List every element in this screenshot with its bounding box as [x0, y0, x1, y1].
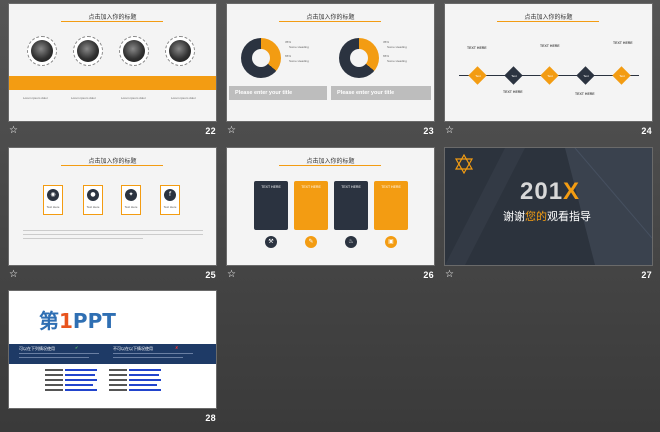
slide-preview: 点击加入你的标题 TEXT HERE TEXT HERE TEXT HERE T…: [227, 148, 434, 265]
link-lists: [45, 369, 161, 391]
star-icon[interactable]: ☆: [9, 126, 19, 136]
profile-photo: [165, 36, 195, 66]
legend-item: Some Heading: [387, 45, 407, 49]
donut-chart: [339, 38, 379, 78]
info-card: TEXT HERE: [254, 181, 288, 230]
brush-icon: ✎: [305, 236, 317, 248]
wechat-icon: ●: [87, 189, 99, 201]
card-title: TEXT HERE: [341, 185, 361, 189]
timeline-label: TEXT HERE: [467, 46, 487, 50]
background-lines: [445, 148, 652, 265]
slide-preview: 点击加入你的标题 TEXT HERE TEXT HERE TEXT HERE T…: [445, 4, 652, 121]
profile-photo: [73, 36, 103, 66]
slide-preview: 第1PPT 可以在下列情况使用 ✔ 不可以在以下情况使用 ✘: [9, 291, 216, 408]
slide-preview: 点击加入你的标题 ◉ Text Here ● Text Here ✦ Text …: [9, 148, 216, 265]
star-icon[interactable]: ☆: [445, 126, 455, 136]
slide-title: 点击加入你的标题: [524, 14, 573, 21]
timeline-label: TEXT HERE: [613, 41, 633, 45]
icon-caption: Text Here: [124, 205, 138, 209]
icon-caption: Text Here: [86, 205, 100, 209]
legend-item: Some Heading: [387, 59, 407, 63]
star-of-david-icon: [454, 154, 474, 174]
title-underline: [279, 165, 381, 166]
slide-preview: 201X 谢谢您的观看指导: [445, 148, 652, 265]
fire-icon: ♨: [345, 236, 357, 248]
accent-bar: [9, 76, 216, 90]
card-title: TEXT HERE: [301, 185, 321, 189]
slide-number: 27: [641, 270, 652, 280]
crane-icon: ⚒: [265, 236, 277, 248]
thanks-text: 谢谢您的观看指导: [503, 210, 591, 223]
slide-title: 点击加入你的标题: [306, 158, 355, 165]
title-underline: [61, 165, 163, 166]
title-banner: Please enter your title: [331, 86, 431, 100]
info-card: TEXT HERE: [374, 181, 408, 230]
percent-label: 65%: [383, 54, 390, 58]
node-text: Text: [475, 74, 481, 78]
box-icon: ▣: [385, 236, 397, 248]
caption: Lorem ipsum dolor: [171, 96, 196, 100]
slide-number: 26: [423, 270, 434, 280]
twitter-icon: ✦: [125, 189, 137, 201]
slide-title: 点击加入你的标题: [88, 158, 137, 165]
percent-label: 65%: [285, 54, 292, 58]
card-title: TEXT HERE: [261, 185, 281, 189]
star-icon[interactable]: ☆: [227, 126, 237, 136]
slide-number: 24: [641, 126, 652, 136]
text-line: [23, 238, 143, 239]
caption: Lorem ipsum dolor: [71, 96, 96, 100]
info-card: TEXT HERE: [334, 181, 368, 230]
icon-caption: Text Here: [163, 205, 177, 209]
facebook-icon: f: [164, 189, 176, 201]
slide-number: 22: [205, 126, 216, 136]
timeline-label: TEXT HERE: [575, 92, 595, 96]
timeline-label: TEXT HERE: [540, 44, 560, 48]
slide-number: 25: [205, 270, 216, 280]
info-card: TEXT HERE: [294, 181, 328, 230]
node-text: Text: [511, 74, 517, 78]
node-text: Text: [619, 74, 625, 78]
icon-caption: Text Here: [46, 205, 60, 209]
weibo-icon: ◉: [47, 189, 59, 201]
percent-label: 35%: [383, 40, 390, 44]
slide-preview: 点击加入你的标题 Lorem ipsum dolor Lorem ipsum d…: [9, 4, 216, 121]
node-text: Text: [583, 74, 589, 78]
social-card: f Text Here: [160, 185, 180, 215]
star-icon[interactable]: ☆: [445, 270, 455, 280]
profile-photo: [27, 36, 57, 66]
caption: Lorem ipsum dolor: [121, 96, 146, 100]
text-line: [23, 234, 203, 235]
caption: Lorem ipsum dolor: [23, 96, 48, 100]
card-title: TEXT HERE: [381, 185, 401, 189]
slide-number: 28: [205, 413, 216, 423]
star-icon[interactable]: ☆: [227, 270, 237, 280]
percent-label: 35%: [285, 40, 292, 44]
social-card: ◉ Text Here: [43, 185, 63, 215]
slide-title: 点击加入你的标题: [88, 14, 137, 21]
node-text: Text: [547, 74, 553, 78]
social-card: ✦ Text Here: [121, 185, 141, 215]
profile-photo: [119, 36, 149, 66]
social-card: ● Text Here: [83, 185, 103, 215]
legend-item: Some Heading: [289, 45, 309, 49]
title-underline: [61, 21, 163, 22]
title-underline: [497, 21, 599, 22]
text-line: [23, 230, 203, 231]
title-banner: Please enter your title: [229, 86, 327, 100]
year-headline: 201X: [520, 178, 581, 205]
star-icon[interactable]: ☆: [9, 270, 19, 280]
slide-preview: 点击加入你的标题 35% Some Heading 65% Some Headi…: [227, 4, 434, 121]
title-underline: [279, 21, 381, 22]
slide-number: 23: [423, 126, 434, 136]
legend-item: Some Heading: [289, 59, 309, 63]
donut-chart: [241, 38, 281, 78]
slide-title: 点击加入你的标题: [306, 14, 355, 21]
timeline-label: TEXT HERE: [503, 90, 523, 94]
